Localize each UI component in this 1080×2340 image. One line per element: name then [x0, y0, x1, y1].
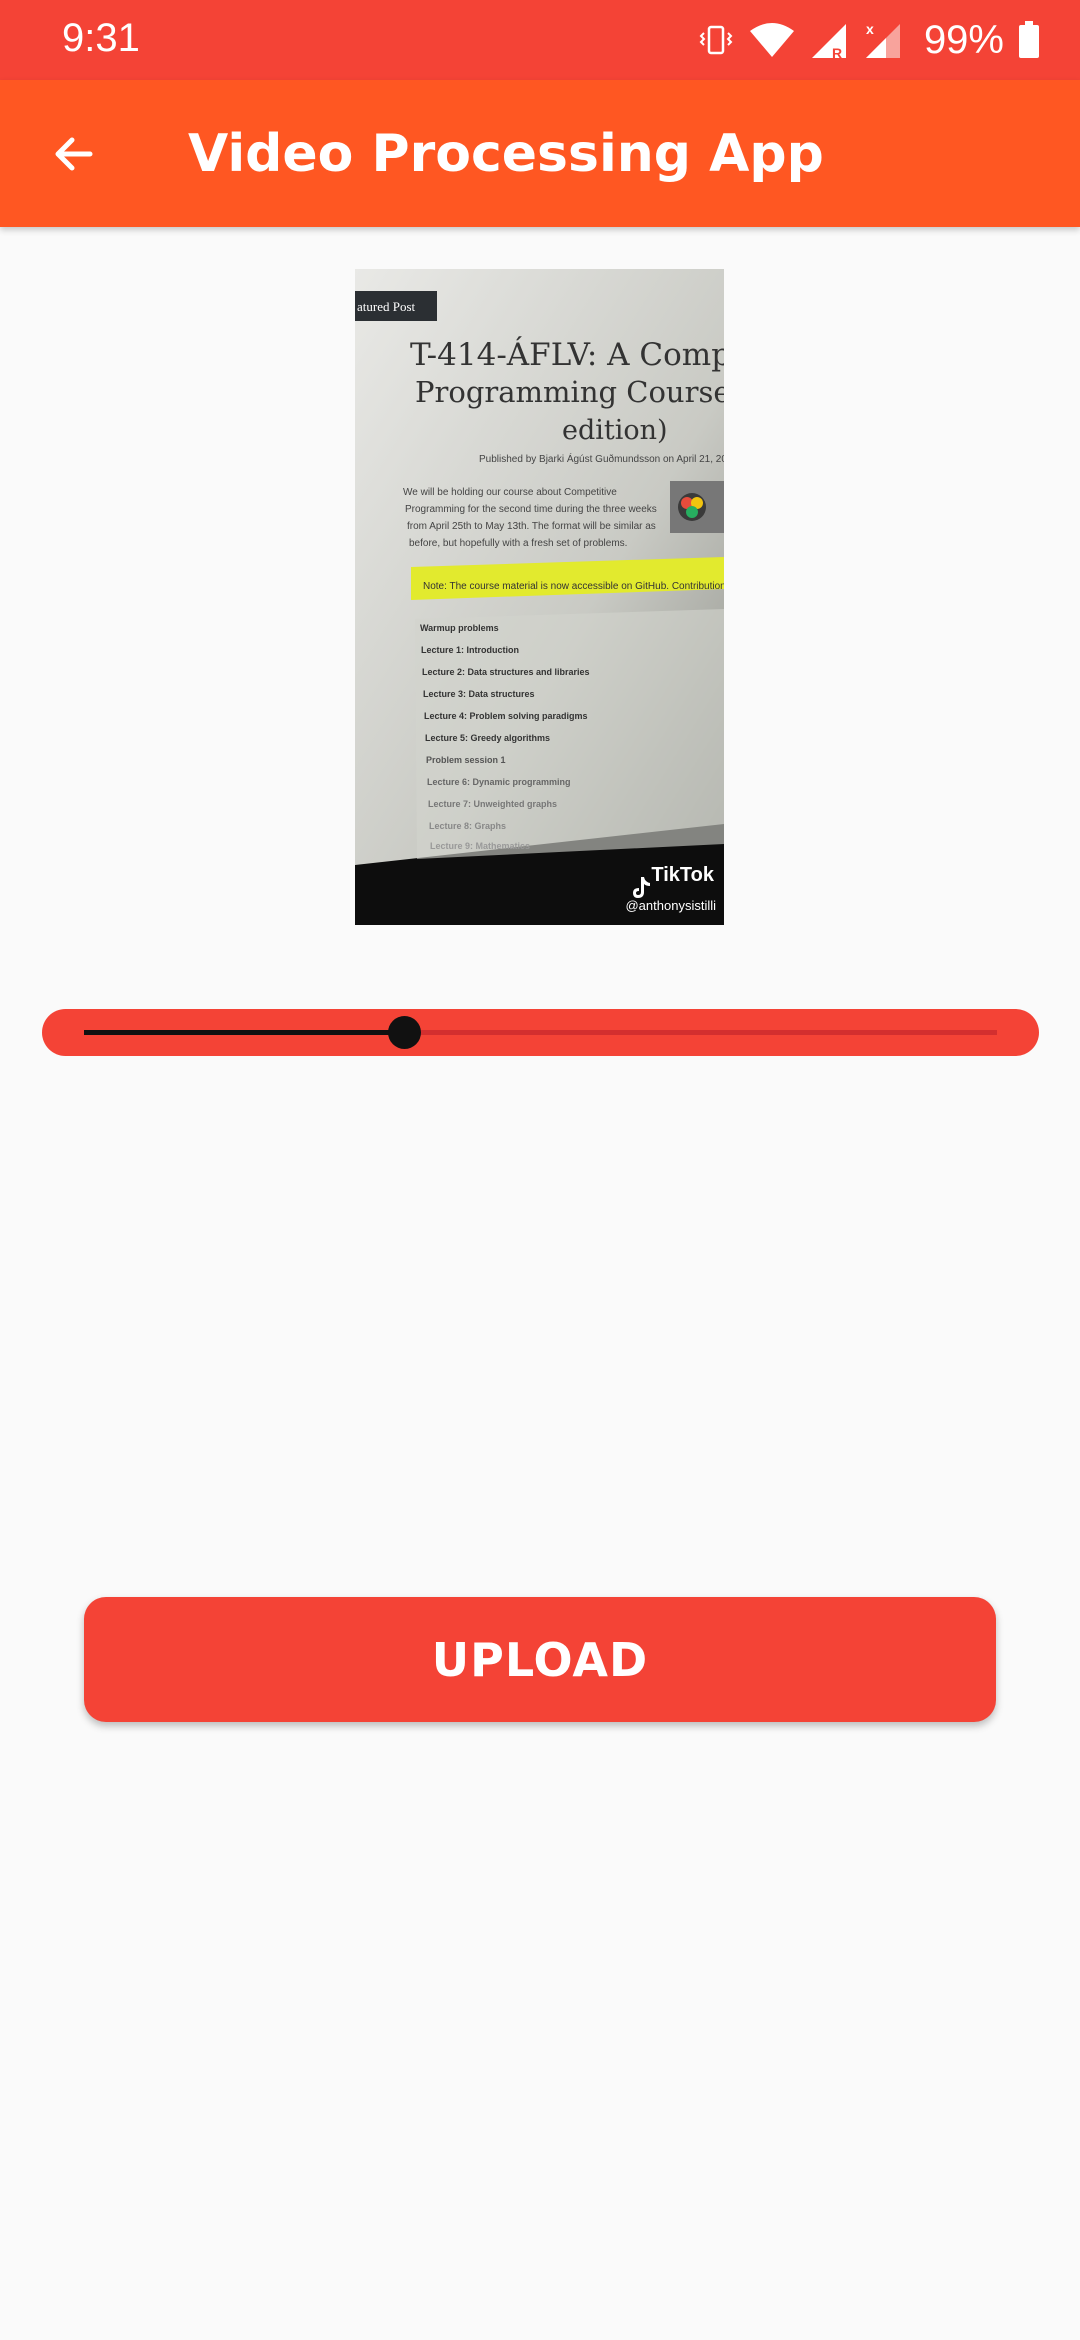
- vibrate-icon: [698, 22, 734, 58]
- signal-icon: x: [864, 20, 904, 60]
- video-lecture: Problem session 1: [426, 755, 506, 765]
- tiktok-watermark: TikTok: [651, 864, 714, 886]
- video-lecture: Warmup problems: [420, 623, 499, 633]
- video-lecture: Lecture 7: Unweighted graphs: [428, 799, 557, 809]
- video-lecture: Lecture 8: Graphs: [429, 821, 506, 831]
- video-lectures: Warmup problems Lecture 1: Introduction …: [415, 609, 724, 859]
- video-lecture: Lecture 2: Data structures and libraries: [422, 667, 590, 677]
- signal-roaming-icon: R: [810, 20, 850, 60]
- video-intro-line: We will be holding our course about Comp…: [403, 487, 617, 498]
- status-bar: 9:31 R x 99%: [0, 0, 1080, 80]
- wifi-icon: [748, 21, 796, 59]
- video-frame-image: atured Post T-414-ÁFLV: A Compe Programm…: [355, 269, 724, 925]
- video-intro-line: before, but hopefully with a fresh set o…: [409, 538, 627, 549]
- battery-percent: 99%: [923, 17, 1004, 62]
- upload-button[interactable]: UPLOAD: [84, 1597, 996, 1722]
- video-lecture: Lecture 1: Introduction: [421, 645, 519, 655]
- seek-thumb[interactable]: [387, 1016, 421, 1049]
- status-time: 9:31: [62, 16, 140, 60]
- svg-text:x: x: [866, 21, 874, 37]
- video-intro-line: Programming for the second time during t…: [405, 504, 657, 515]
- video-byline: Published by Bjarki Ágúst Guðmundsson on…: [479, 452, 724, 465]
- video-lecture: Lecture 4: Problem solving paradigms: [424, 711, 588, 721]
- video-seek-bar[interactable]: [42, 1009, 1039, 1056]
- battery-icon: [1018, 21, 1040, 59]
- video-heading-line2: Programming Course: [415, 375, 724, 409]
- back-button[interactable]: [34, 118, 114, 190]
- svg-text:R: R: [832, 45, 842, 60]
- video-preview[interactable]: atured Post T-414-ÁFLV: A Compe Programm…: [355, 269, 724, 925]
- arrow-back-icon: [55, 137, 93, 171]
- seek-progress: [84, 1030, 404, 1035]
- app-title: Video Processing App: [188, 124, 824, 184]
- video-note: Note: The course material is now accessi…: [423, 581, 724, 592]
- video-intro-line: from April 25th to May 13th. The format …: [407, 521, 656, 532]
- video-lecture: Lecture 3: Data structures: [423, 689, 535, 699]
- video-heading-line1: T-414-ÁFLV: A Compe: [410, 335, 724, 373]
- seek-track: [84, 1016, 997, 1049]
- status-icons: R x 99%: [698, 14, 1040, 66]
- video-heading-line3: edition): [562, 415, 668, 446]
- tiktok-handle: @anthonysistilli: [625, 898, 716, 913]
- video-lecture: Lecture 9: Mathematics: [430, 841, 530, 851]
- video-featured-label: atured Post: [357, 299, 416, 314]
- video-lecture: Lecture 6: Dynamic programming: [427, 777, 571, 787]
- app-bar: Video Processing App: [0, 80, 1080, 227]
- video-lecture: Lecture 5: Greedy algorithms: [425, 733, 550, 743]
